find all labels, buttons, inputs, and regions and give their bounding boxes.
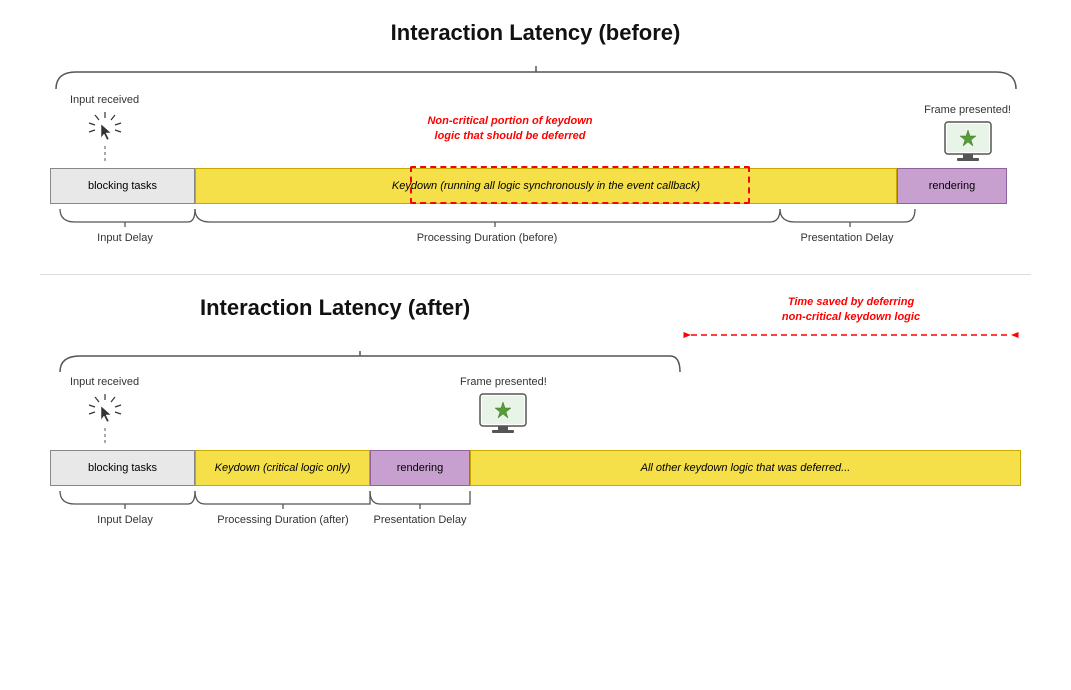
bar-blocking-before: blocking tasks	[50, 168, 195, 204]
bar-rendering-before: rendering	[897, 168, 1007, 204]
bar-keydown-after: Keydown (critical logic only)	[195, 450, 370, 486]
time-saved-arrow	[681, 326, 1021, 344]
section-before-inner: Input received	[40, 94, 1031, 244]
monitor-icon-after	[476, 392, 530, 436]
top-brace-after	[50, 350, 690, 376]
braces-below-before: Input Delay Processing Duration (before)…	[50, 204, 1010, 244]
svg-text:Processing Duration (before): Processing Duration (before)	[417, 232, 558, 244]
svg-text:Input Delay: Input Delay	[97, 232, 153, 244]
dashed-line-before	[104, 146, 106, 164]
section-divider	[40, 274, 1031, 275]
bars-row-after: blocking tasks Keydown (critical logic o…	[50, 450, 1021, 486]
svg-text:Input Delay: Input Delay	[97, 514, 153, 526]
main-container: Interaction Latency (before) Input recei…	[0, 0, 1071, 576]
bar-deferred-after: All other keydown logic that was deferre…	[470, 450, 1021, 486]
bars-row-before: blocking tasks Keydown (running all logi…	[50, 168, 1021, 204]
input-frame-row-after: Input received	[40, 376, 1031, 446]
cursor-burst-before	[87, 110, 123, 146]
braces-below-after: Input Delay Processing Duration (after) …	[50, 486, 1010, 526]
monitor-icon-before	[941, 120, 995, 164]
bar-keydown-before: Keydown (running all logic synchronously…	[195, 168, 897, 204]
svg-text:Presentation Delay: Presentation Delay	[801, 232, 894, 244]
svg-text:Processing Duration (after): Processing Duration (after)	[217, 514, 348, 526]
input-received-before: Input received	[70, 94, 139, 164]
time-saved-annotation: Time saved by deferringnon-critical keyd…	[681, 295, 1021, 344]
dashed-line-after	[104, 428, 106, 446]
top-brace-before	[46, 64, 1026, 94]
cursor-burst-after	[87, 392, 123, 428]
bar-blocking-after: blocking tasks	[50, 450, 195, 486]
section-after-inner: Input received	[40, 376, 1031, 526]
section-after-title: Interaction Latency (after)	[40, 295, 681, 321]
frame-presented-before: Frame presented!	[924, 104, 1011, 164]
section-before-title: Interaction Latency (before)	[40, 20, 1031, 46]
section-before: Interaction Latency (before) Input recei…	[40, 20, 1031, 244]
frame-presented-after: Frame presented!	[460, 376, 547, 436]
svg-text:Presentation Delay: Presentation Delay	[374, 514, 467, 526]
red-annotation-before: Non-critical portion of keydownlogic tha…	[410, 114, 610, 145]
section-after: Interaction Latency (after) Time saved b…	[40, 295, 1031, 526]
input-received-after: Input received	[70, 376, 139, 446]
bar-rendering-after: rendering	[370, 450, 470, 486]
